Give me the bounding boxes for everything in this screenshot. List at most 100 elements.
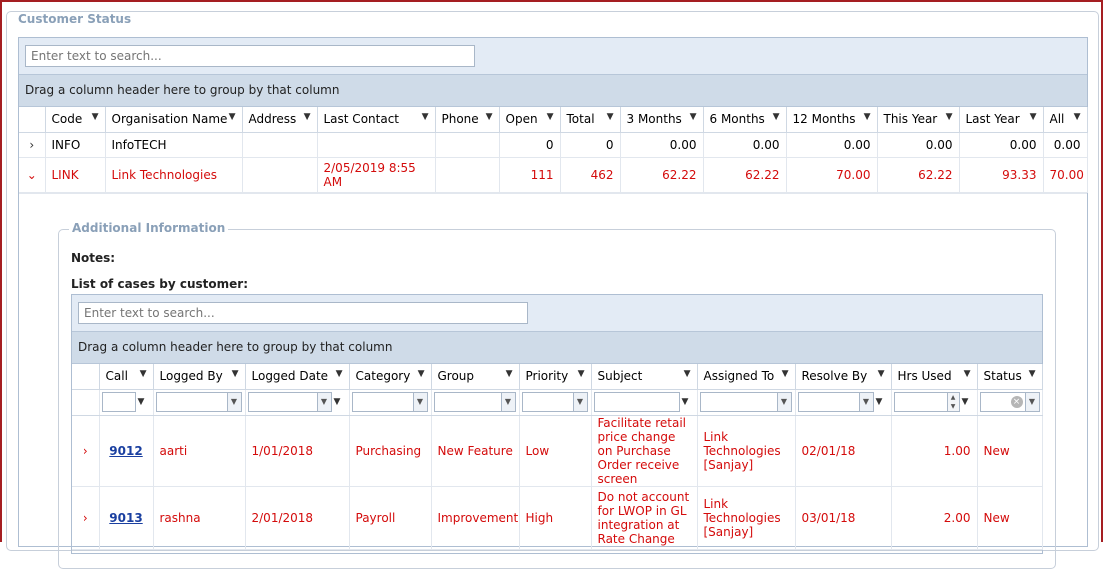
column-header-last-year[interactable]: Last Year ▼ bbox=[959, 107, 1044, 133]
dropdown-arrow-icon[interactable]: ▼ bbox=[572, 393, 587, 411]
funnel-icon[interactable]: ▼ bbox=[486, 112, 493, 122]
cases-header-row: Call ▼ Logged By ▼ Logged Date ▼ Category ▼ … bbox=[72, 364, 1043, 390]
filter-assigned-to[interactable]: ▼ bbox=[697, 389, 796, 416]
column-header-group[interactable]: Group ▼ bbox=[431, 364, 520, 390]
column-header-resolve-by[interactable]: Resolve By ▼ bbox=[795, 364, 892, 390]
funnel-icon[interactable]: ▼ bbox=[864, 112, 871, 122]
column-header-last-contact[interactable]: Last Contact ▼ bbox=[317, 107, 436, 133]
funnel-icon[interactable]: ▼ bbox=[138, 397, 145, 407]
funnel-icon[interactable]: ▼ bbox=[1030, 112, 1037, 122]
table-row-selected[interactable]: ⌄ LINK Link Technologies 2/05/2019 8:55 … bbox=[19, 157, 1088, 193]
filter-cell-empty bbox=[72, 389, 100, 416]
call-link[interactable]: 9012 bbox=[109, 444, 142, 458]
funnel-icon[interactable]: ▼ bbox=[506, 369, 513, 379]
funnel-icon[interactable]: ▼ bbox=[607, 112, 614, 122]
funnel-icon[interactable]: ▼ bbox=[578, 369, 585, 379]
column-header-phone[interactable]: Phone ▼ bbox=[435, 107, 500, 133]
cell-call[interactable]: 9012 bbox=[99, 415, 154, 487]
table-row[interactable]: › 9012 aarti 1/01/2018 Purchasing New Fe… bbox=[72, 415, 1043, 487]
filter-logged-by[interactable]: ▼ bbox=[153, 389, 246, 416]
filter-hrs-used[interactable]: ▲ ▼ ▼ bbox=[891, 389, 978, 416]
column-header-logged-by[interactable]: Logged By ▼ bbox=[153, 364, 246, 390]
column-header-status[interactable]: Status ▼ bbox=[977, 364, 1043, 390]
column-header-address[interactable]: Address ▼ bbox=[242, 107, 318, 133]
cell-open: 0 bbox=[499, 132, 561, 158]
funnel-icon[interactable]: ▼ bbox=[682, 397, 689, 407]
chevron-right-icon[interactable]: › bbox=[72, 486, 100, 550]
funnel-icon[interactable]: ▼ bbox=[773, 112, 780, 122]
cases-label: List of cases by customer: bbox=[71, 277, 248, 291]
column-header-subject[interactable]: Subject ▼ bbox=[591, 364, 698, 390]
funnel-icon[interactable]: ▼ bbox=[232, 369, 239, 379]
funnel-icon[interactable]: ▼ bbox=[964, 369, 971, 379]
filter-category[interactable]: ▼ bbox=[349, 389, 432, 416]
dropdown-arrow-icon[interactable]: ▼ bbox=[412, 393, 427, 411]
spinner-icon[interactable]: ▲ ▼ bbox=[946, 393, 959, 411]
chevron-right-icon[interactable]: › bbox=[72, 415, 100, 487]
search-input[interactable] bbox=[25, 45, 475, 67]
cases-group-panel[interactable]: Drag a column header here to group by th… bbox=[72, 331, 1042, 364]
funnel-icon[interactable]: ▼ bbox=[304, 112, 311, 122]
funnel-icon[interactable]: ▼ bbox=[690, 112, 697, 122]
funnel-icon[interactable]: ▼ bbox=[876, 397, 883, 407]
column-header-3-months[interactable]: 3 Months ▼ bbox=[620, 107, 704, 133]
dropdown-arrow-icon[interactable]: ▼ bbox=[226, 393, 241, 411]
column-header-12-months[interactable]: 12 Months ▼ bbox=[786, 107, 878, 133]
chevron-down-icon[interactable]: ⌄ bbox=[19, 157, 46, 193]
filter-status[interactable]: × ▼ bbox=[977, 389, 1043, 416]
table-row[interactable]: › 9013 rashna 2/01/2018 Payroll Improvem… bbox=[72, 486, 1043, 550]
chevron-right-icon[interactable]: › bbox=[19, 132, 46, 158]
funnel-icon[interactable]: ▼ bbox=[962, 397, 969, 407]
table-row[interactable]: › INFO InfoTECH 0 0 0.00 0.00 0.00 0.00 … bbox=[19, 132, 1088, 158]
filter-group[interactable]: ▼ bbox=[431, 389, 520, 416]
column-header-this-year[interactable]: This Year ▼ bbox=[877, 107, 960, 133]
cell-logged-by: aarti bbox=[153, 415, 246, 487]
funnel-icon[interactable]: ▼ bbox=[334, 397, 341, 407]
column-header-call[interactable]: Call ▼ bbox=[99, 364, 154, 390]
cell-priority: High bbox=[519, 486, 592, 550]
dropdown-arrow-icon[interactable]: ▼ bbox=[500, 393, 515, 411]
cell-last-year: 0.00 bbox=[959, 132, 1044, 158]
column-header-organisation-name[interactable]: Organisation Name ▼ bbox=[105, 107, 243, 133]
filter-priority[interactable]: ▼ bbox=[519, 389, 592, 416]
column-header-total[interactable]: Total ▼ bbox=[560, 107, 621, 133]
column-header-priority[interactable]: Priority ▼ bbox=[519, 364, 592, 390]
funnel-icon[interactable]: ▼ bbox=[92, 112, 99, 122]
call-link[interactable]: 9013 bbox=[109, 511, 142, 525]
expand-column-header bbox=[19, 107, 46, 133]
funnel-icon[interactable]: ▼ bbox=[140, 369, 147, 379]
funnel-icon[interactable]: ▼ bbox=[782, 369, 789, 379]
cell-phone bbox=[435, 157, 500, 193]
group-panel[interactable]: Drag a column header here to group by th… bbox=[19, 74, 1087, 107]
filter-subject[interactable]: ▼ bbox=[591, 389, 698, 416]
filter-logged-date[interactable]: ▼ ▼ bbox=[245, 389, 350, 416]
cell-call[interactable]: 9013 bbox=[99, 486, 154, 550]
filter-resolve-by[interactable]: ▼ ▼ bbox=[795, 389, 892, 416]
funnel-icon[interactable]: ▼ bbox=[547, 112, 554, 122]
funnel-icon[interactable]: ▼ bbox=[684, 369, 691, 379]
dropdown-arrow-icon[interactable]: ▼ bbox=[1024, 393, 1039, 411]
column-header-all[interactable]: All ▼ bbox=[1043, 107, 1088, 133]
funnel-icon[interactable]: ▼ bbox=[422, 112, 429, 122]
column-header-logged-date[interactable]: Logged Date ▼ bbox=[245, 364, 350, 390]
funnel-icon[interactable]: ▼ bbox=[1029, 369, 1036, 379]
column-header-open[interactable]: Open ▼ bbox=[499, 107, 561, 133]
funnel-icon[interactable]: ▼ bbox=[878, 369, 885, 379]
column-header-code[interactable]: Code ▼ bbox=[45, 107, 106, 133]
funnel-icon[interactable]: ▼ bbox=[1074, 112, 1081, 122]
column-header-assigned-to[interactable]: Assigned To ▼ bbox=[697, 364, 796, 390]
funnel-icon[interactable]: ▼ bbox=[946, 112, 953, 122]
cases-search-input[interactable] bbox=[78, 302, 528, 324]
clear-x-icon[interactable]: × bbox=[1010, 396, 1023, 408]
column-header-6-months[interactable]: 6 Months ▼ bbox=[703, 107, 787, 133]
filter-call[interactable]: ▼ bbox=[99, 389, 154, 416]
funnel-icon[interactable]: ▼ bbox=[336, 369, 343, 379]
dropdown-arrow-icon[interactable]: ▼ bbox=[776, 393, 791, 411]
column-header-category[interactable]: Category ▼ bbox=[349, 364, 432, 390]
cell-this-year: 0.00 bbox=[877, 132, 960, 158]
dropdown-arrow-icon[interactable]: ▼ bbox=[316, 393, 331, 411]
dropdown-arrow-icon[interactable]: ▼ bbox=[858, 393, 873, 411]
column-header-hrs-used[interactable]: Hrs Used ▼ bbox=[891, 364, 978, 390]
funnel-icon[interactable]: ▼ bbox=[418, 369, 425, 379]
funnel-icon[interactable]: ▼ bbox=[229, 112, 236, 122]
